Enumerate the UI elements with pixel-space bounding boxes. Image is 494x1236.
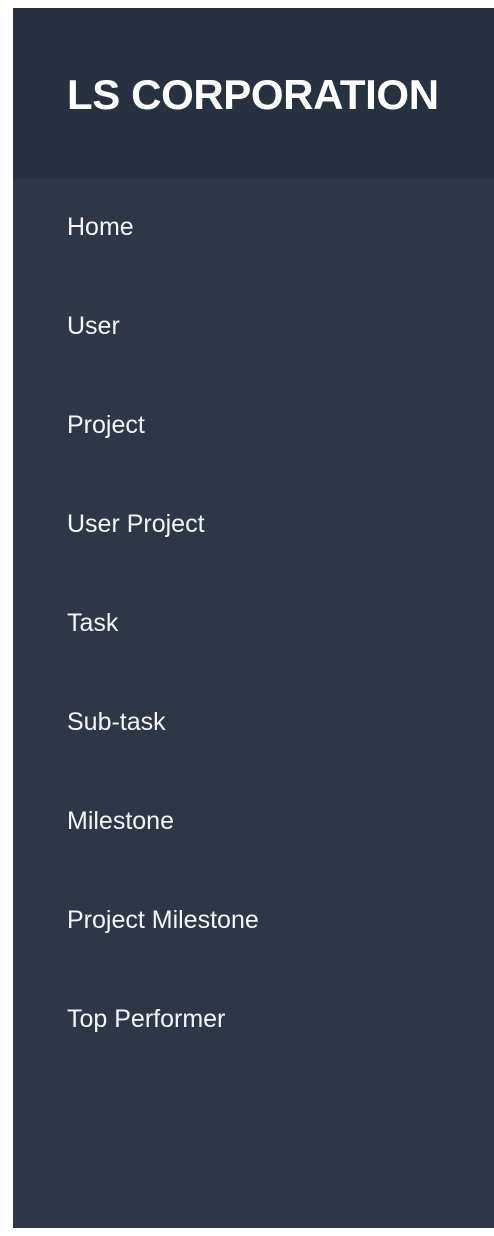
- sidebar-item-sub-task[interactable]: Sub-task: [13, 674, 494, 773]
- brand-title: LS CORPORATION: [67, 71, 439, 118]
- sidebar-item-milestone-link[interactable]: Milestone: [67, 805, 174, 837]
- sidebar-item-milestone[interactable]: Milestone: [13, 773, 494, 872]
- sidebar-item-sub-task-link[interactable]: Sub-task: [67, 706, 166, 738]
- sidebar-item-home[interactable]: Home: [13, 179, 494, 278]
- sidebar-item-user-link[interactable]: User: [67, 310, 120, 342]
- sidebar-item-task-link[interactable]: Task: [67, 607, 118, 639]
- sidebar-item-project[interactable]: Project: [13, 377, 494, 476]
- sidebar-item-user[interactable]: User: [13, 278, 494, 377]
- sidebar-item-home-link[interactable]: Home: [67, 211, 134, 243]
- sidebar-item-project-link[interactable]: Project: [67, 409, 145, 441]
- sidebar-item-task[interactable]: Task: [13, 575, 494, 674]
- sidebar: LS CORPORATION Home User Project User Pr…: [13, 8, 494, 1228]
- sidebar-item-project-milestone-link[interactable]: Project Milestone: [67, 904, 259, 936]
- sidebar-item-top-performer[interactable]: Top Performer: [13, 971, 494, 1070]
- brand-header: LS CORPORATION: [13, 8, 494, 179]
- sidebar-item-project-milestone[interactable]: Project Milestone: [13, 872, 494, 971]
- sidebar-nav: Home User Project User Project Task Sub-…: [13, 179, 494, 1070]
- sidebar-item-user-project-link[interactable]: User Project: [67, 508, 205, 540]
- sidebar-item-top-performer-link[interactable]: Top Performer: [67, 1003, 225, 1035]
- sidebar-item-user-project[interactable]: User Project: [13, 476, 494, 575]
